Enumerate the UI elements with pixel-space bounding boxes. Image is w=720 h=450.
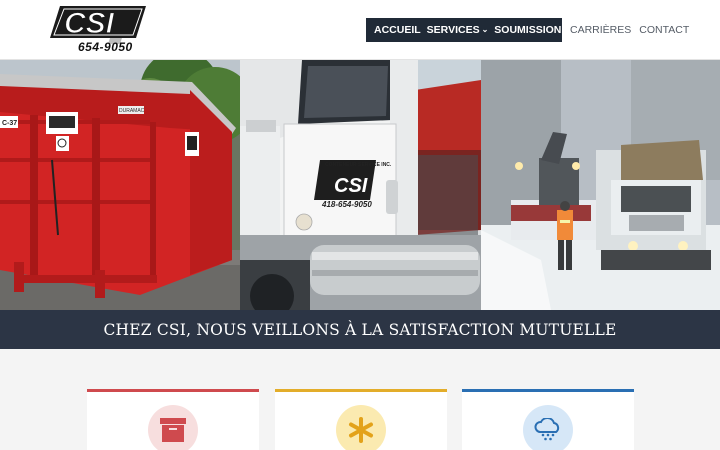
secondary-nav: CARRIÈRES CONTACT	[566, 18, 693, 42]
asterisk-icon	[349, 417, 373, 443]
door-company-name: CONTENEUR SERVICE INC.	[325, 162, 392, 168]
hero-gallery: C-37 DURAMAC CONTENEUR SERVICE INC. CSI …	[0, 60, 720, 310]
container-brand: DURAMAC	[119, 108, 145, 114]
container-number: C-37	[2, 120, 17, 127]
primary-nav: ACCUEIL SERVICES ⌄ SOUMISSION ⌄	[366, 18, 570, 42]
nav-label: SOUMISSION	[494, 24, 562, 36]
snow-removal-photo	[481, 60, 720, 310]
chevron-down-icon: ⌄	[481, 25, 489, 34]
csi-logo[interactable]: CSI 654-9050	[48, 4, 148, 56]
page: CSI 654-9050 ACCUEIL SERVICES ⌄ SOUMISSI…	[0, 0, 720, 450]
tagline-text: CHEZ CSI, NOUS VEILLONS À LA SATISFACTIO…	[103, 320, 617, 339]
snow-cloud-icon	[534, 418, 560, 441]
logo-phone: 654-9050	[78, 40, 133, 54]
service-card-containers[interactable]	[87, 389, 259, 450]
nav-item-carrieres[interactable]: CARRIÈRES	[566, 18, 635, 42]
service-icon-circle	[148, 405, 198, 450]
nav-item-contact[interactable]: CONTACT	[635, 18, 693, 42]
nav-item-accueil[interactable]: ACCUEIL	[371, 18, 424, 42]
nav-label: ACCUEIL	[374, 24, 421, 36]
nav-item-services[interactable]: SERVICES ⌄	[424, 18, 492, 42]
tagline-banner: CHEZ CSI, NOUS VEILLONS À LA SATISFACTIO…	[0, 310, 720, 349]
services-section	[0, 349, 720, 450]
door-logo: CSI	[334, 175, 368, 197]
service-card-snow-removal[interactable]	[462, 389, 634, 450]
logo-wordmark: CSI	[64, 7, 115, 40]
archive-box-icon	[160, 418, 186, 442]
service-icon-circle	[336, 405, 386, 450]
nav-label: SERVICES	[426, 24, 480, 36]
service-icon-circle	[523, 405, 573, 450]
site-header: CSI 654-9050 ACCUEIL SERVICES ⌄ SOUMISSI…	[0, 0, 720, 60]
door-phone: 418-654-9050	[321, 200, 372, 209]
service-card-services[interactable]	[275, 389, 447, 450]
container-photo: C-37 DURAMAC	[0, 60, 240, 310]
nav-item-soumission[interactable]: SOUMISSION ⌄	[491, 18, 573, 42]
truck-photo: CONTENEUR SERVICE INC. CSI 418-654-9050	[240, 60, 481, 310]
